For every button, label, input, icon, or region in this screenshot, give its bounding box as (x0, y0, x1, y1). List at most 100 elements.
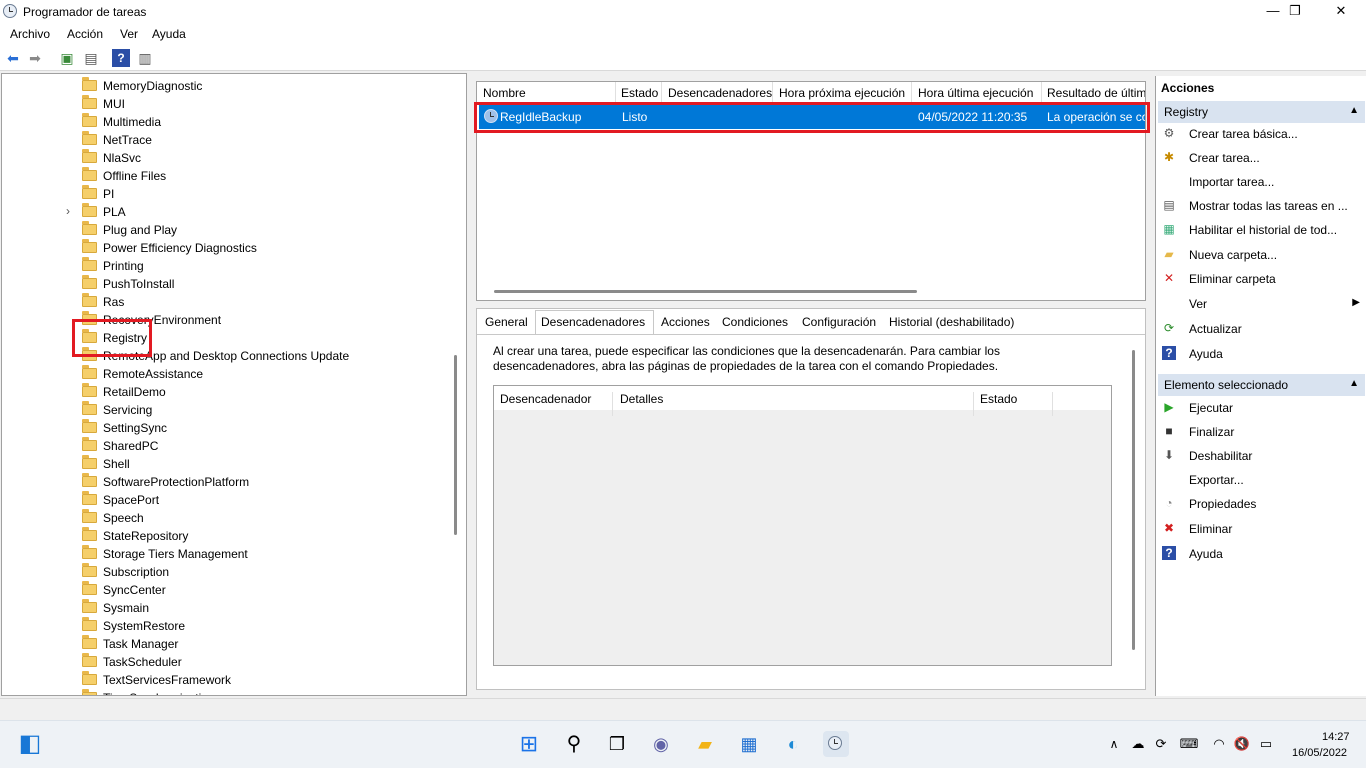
tree-item[interactable]: Task Manager (80, 635, 460, 653)
chevron-up-icon[interactable]: ∧ (1101, 731, 1127, 757)
column-header-estado[interactable]: Estado (621, 86, 658, 100)
action-item[interactable]: Importar tarea... (1162, 172, 1362, 194)
action-item[interactable]: ⚙ Crear tarea básica... (1162, 124, 1362, 146)
tree-item[interactable]: SharedPC (80, 437, 460, 455)
tree-item[interactable]: TimeSynchronization (80, 689, 460, 695)
edge-icon[interactable]: ◐ (780, 731, 806, 757)
clock-date[interactable]: 16/05/2022 (1292, 747, 1347, 759)
tab-acciones[interactable]: Acciones (661, 315, 710, 329)
tab-condiciones[interactable]: Condiciones (722, 315, 788, 329)
tree-item[interactable]: Ras (80, 293, 460, 311)
details-scrollbar[interactable] (1132, 350, 1135, 650)
tree-item[interactable]: SettingSync (80, 419, 460, 437)
tab-historial[interactable]: Historial (deshabilitado) (889, 315, 1014, 329)
menu-ver[interactable]: Ver (120, 27, 138, 41)
forward-arrow-icon[interactable]: ➡ (26, 49, 44, 67)
up-folder-icon[interactable]: ▣ (58, 49, 76, 67)
selected-action-item[interactable]: ✖ Eliminar (1162, 519, 1362, 541)
tree-item[interactable]: Offline Files (80, 167, 460, 185)
show-hide-action-pane-icon[interactable]: ▥ (136, 49, 154, 67)
tree-item[interactable]: Power Efficiency Diagnostics (80, 239, 460, 257)
action-item[interactable]: ▤ Mostrar todas las tareas en ... (1162, 196, 1362, 218)
tree-item[interactable]: PI (80, 185, 460, 203)
search-icon[interactable]: ⚲ (561, 731, 587, 757)
action-item[interactable]: Ver ▶ (1162, 294, 1362, 316)
tree-item[interactable]: Shell (80, 455, 460, 473)
store-icon[interactable]: ▦ (736, 731, 762, 757)
sync-icon[interactable]: ⟳ (1148, 731, 1174, 757)
selected-action-item[interactable]: ⬇ Deshabilitar (1162, 446, 1362, 468)
trigger-col-desencadenador[interactable]: Desencadenador (500, 392, 591, 406)
file-explorer-icon[interactable]: ▰ (692, 731, 718, 757)
tab-desencadenadores[interactable]: Desencadenadores (541, 315, 645, 329)
tree-item[interactable]: Plug and Play (80, 221, 460, 239)
selected-action-item[interactable]: ? Ayuda (1162, 544, 1362, 566)
tree-item[interactable]: Printing (80, 257, 460, 275)
tree-item[interactable]: MemoryDiagnostic (80, 77, 460, 95)
menu-accion[interactable]: Acción (67, 27, 103, 41)
action-item[interactable]: ▦ Habilitar el historial de tod... (1162, 220, 1362, 242)
clock-time[interactable]: 14:27 (1322, 731, 1350, 743)
action-item[interactable]: ? Ayuda (1162, 344, 1362, 366)
tree-item[interactable]: Servicing (80, 401, 460, 419)
back-arrow-icon[interactable]: ⬅ (4, 49, 22, 67)
battery-icon[interactable]: ▭ (1253, 731, 1279, 757)
action-item[interactable]: ✱ Crear tarea... (1162, 148, 1362, 170)
selected-action-item[interactable]: ◔ Propiedades (1162, 494, 1362, 516)
column-header-desencadenadores[interactable]: Desencadenadores (668, 86, 772, 100)
column-header-ultima[interactable]: Hora última ejecución (918, 86, 1033, 100)
selected-action-item[interactable]: ■ Finalizar (1162, 422, 1362, 444)
section-selected-item[interactable]: Elemento seleccionado ▲ (1158, 374, 1365, 396)
tree-item[interactable]: RemoteAssistance (80, 365, 460, 383)
section-registry[interactable]: Registry ▲ (1158, 101, 1365, 123)
trigger-col-estado[interactable]: Estado (980, 392, 1017, 406)
action-item[interactable]: ⟳ Actualizar (1162, 319, 1362, 341)
tree-item[interactable]: NlaSvc (80, 149, 460, 167)
volume-muted-icon[interactable]: 🔇 (1229, 731, 1255, 757)
selected-action-item[interactable]: ▶ Ejecutar (1162, 398, 1362, 420)
tree-item[interactable]: Sysmain (80, 599, 460, 617)
tree-item[interactable]: MUI (80, 95, 460, 113)
chat-icon[interactable]: ◉ (648, 731, 674, 757)
selected-action-item[interactable]: Exportar... (1162, 470, 1362, 492)
keyboard-icon[interactable]: ⌨ (1176, 731, 1202, 757)
action-item[interactable]: ▰ Nueva carpeta... (1162, 245, 1362, 267)
tree-item[interactable]: NetTrace (80, 131, 460, 149)
column-header-resultado[interactable]: Resultado de últim (1047, 86, 1145, 100)
close-button[interactable]: ✕ (1318, 0, 1364, 24)
tree-item[interactable]: Multimedia (80, 113, 460, 131)
tree-item[interactable]: TaskScheduler (80, 653, 460, 671)
tree-item[interactable]: › PLA (66, 203, 460, 221)
tree-scrollbar[interactable] (454, 355, 457, 535)
column-header-nombre[interactable]: Nombre (483, 86, 526, 100)
maximize-button[interactable]: ❐ (1272, 0, 1318, 24)
tree-item[interactable]: Subscription (80, 563, 460, 581)
tab-general[interactable]: General (485, 315, 528, 329)
task-scheduler-taskbar-icon[interactable] (823, 731, 849, 757)
tree-item[interactable]: TextServicesFramework (80, 671, 460, 689)
task-view-icon[interactable]: ❐ (604, 731, 630, 757)
trigger-col-detalles[interactable]: Detalles (620, 392, 663, 406)
show-hide-console-tree-icon[interactable]: ▤ (82, 49, 100, 67)
start-icon[interactable]: ⊞ (516, 731, 542, 757)
chevron-right-icon[interactable]: › (66, 204, 70, 218)
collapse-arrow-icon[interactable]: ▲ (1349, 378, 1359, 389)
tab-configuracion[interactable]: Configuración (802, 315, 876, 329)
tree-item[interactable]: Speech (80, 509, 460, 527)
menu-archivo[interactable]: Archivo (10, 27, 50, 41)
triggers-table[interactable]: Desencadenador Detalles Estado (493, 385, 1112, 666)
tasklist-hscrollbar[interactable] (494, 290, 917, 293)
collapse-arrow-icon[interactable]: ▲ (1349, 105, 1359, 116)
menu-ayuda[interactable]: Ayuda (152, 27, 186, 41)
column-header-proxima[interactable]: Hora próxima ejecución (779, 86, 905, 100)
help-icon[interactable]: ? (112, 49, 130, 67)
widgets-icon[interactable]: ◧ (17, 731, 43, 757)
tree-item[interactable]: SpacePort (80, 491, 460, 509)
action-item[interactable]: ✕ Eliminar carpeta (1162, 269, 1362, 291)
tree-item[interactable]: Storage Tiers Management (80, 545, 460, 563)
tree-item[interactable]: PushToInstall (80, 275, 460, 293)
tree-item[interactable]: StateRepository (80, 527, 460, 545)
tree-item[interactable]: SystemRestore (80, 617, 460, 635)
folder-tree[interactable]: MemoryDiagnostic MUI Multimedia NetTrace Nla… (1, 73, 467, 696)
tree-item[interactable]: SyncCenter (80, 581, 460, 599)
